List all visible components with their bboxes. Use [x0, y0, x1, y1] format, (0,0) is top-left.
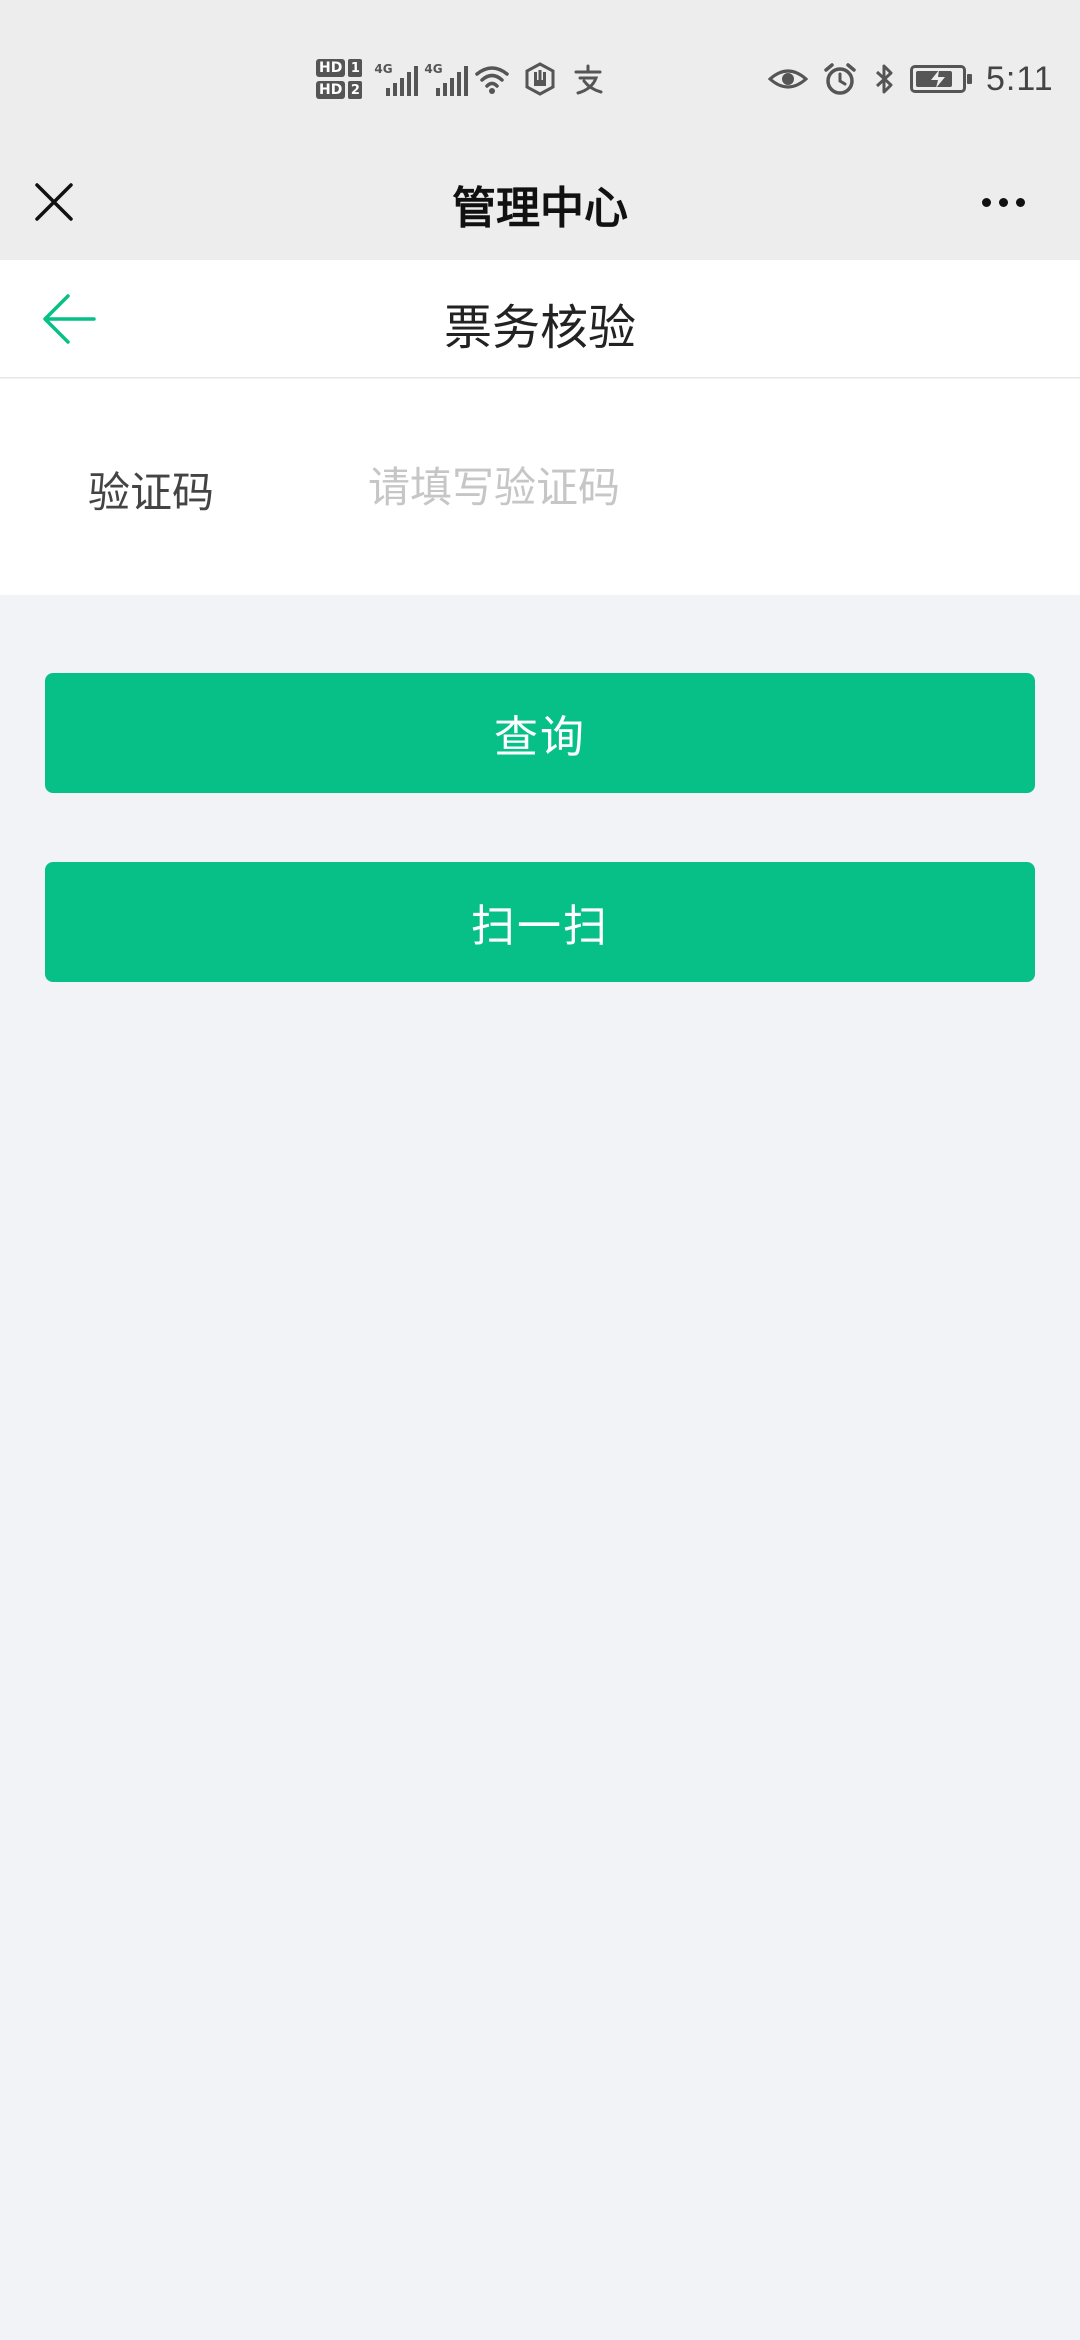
hand-icon — [525, 62, 555, 96]
wifi-icon — [475, 66, 510, 94]
sim1-slot: 1 — [348, 59, 363, 77]
alarm-icon — [824, 63, 856, 95]
code-input[interactable] — [368, 445, 1028, 529]
bluetooth-icon — [875, 64, 893, 94]
query-button[interactable]: 查询 — [45, 673, 1035, 793]
nav-bar: 票务核验 — [0, 260, 1080, 378]
sim1-hd-label: HD — [316, 59, 346, 77]
signal-1-icon: 4G — [374, 62, 419, 96]
sim1-indicator: HD 1 — [316, 59, 363, 77]
signal-2-icon: 4G — [424, 62, 469, 96]
code-label: 验证码 — [88, 468, 215, 517]
mini-program-title-bar: 管理中心 — [0, 150, 1080, 260]
page-title: 管理中心 — [452, 183, 628, 234]
status-bar: HD 1 HD 2 4G 4G 5:11 — [0, 0, 1080, 150]
sim2-indicator: HD 2 — [316, 81, 363, 99]
status-icons-left: HD 1 HD 2 4G 4G — [316, 48, 606, 110]
status-icons-right: 5:11 — [768, 52, 1054, 106]
alipay-icon — [574, 64, 603, 95]
sim2-hd-label: HD — [316, 81, 346, 99]
more-icon — [981, 197, 991, 207]
nav-title: 票务核验 — [443, 300, 636, 356]
more-button[interactable] — [968, 172, 1038, 232]
sim2-slot: 2 — [348, 81, 363, 99]
eye-icon — [768, 69, 808, 89]
sim-indicators: HD 1 HD 2 — [316, 59, 363, 99]
verification-form: 验证码 — [0, 379, 1080, 595]
status-time: 5:11 — [986, 59, 1054, 98]
scan-button[interactable]: 扫一扫 — [45, 862, 1035, 982]
battery-icon — [910, 65, 972, 93]
